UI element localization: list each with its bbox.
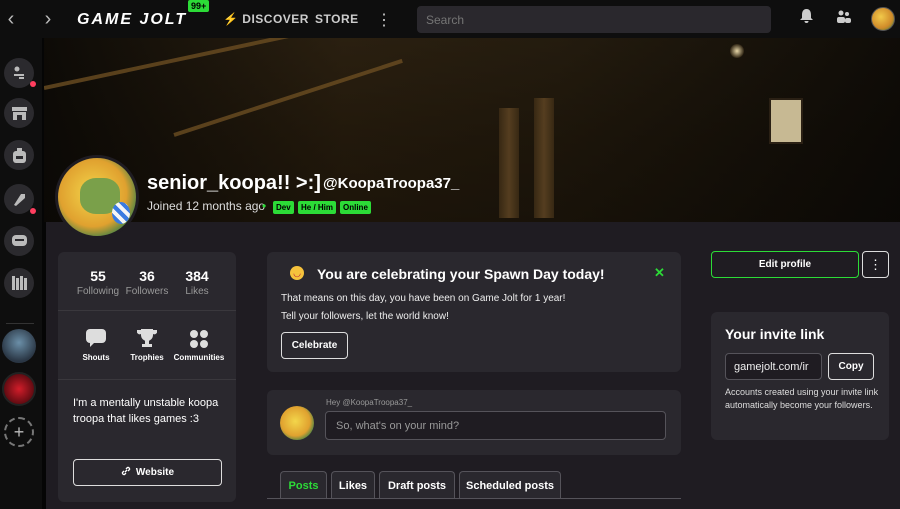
website-button[interactable]: Website — [73, 459, 222, 486]
sidebar-divider — [6, 323, 34, 324]
trophies-label[interactable]: Trophies — [117, 353, 177, 362]
close-icon[interactable]: ✕ — [654, 265, 665, 281]
banner-door — [534, 98, 554, 218]
card-divider — [58, 379, 236, 380]
banner-poster — [769, 98, 803, 144]
post-composer-input[interactable]: So, what's on your mind? — [325, 411, 666, 440]
discover-link[interactable]: ⚡ DISCOVER — [223, 12, 309, 26]
store-link[interactable]: STORE — [315, 12, 359, 26]
more-menu-icon[interactable]: ⋮ — [376, 10, 392, 30]
likes-label: Likes — [185, 286, 209, 297]
composer-avatar — [280, 406, 314, 440]
celebrate-button[interactable]: Celebrate — [281, 332, 348, 359]
spawn-day-title: You are celebrating your Spawn Day today… — [317, 266, 605, 282]
avatar-shell — [112, 202, 130, 224]
add-community-icon[interactable]: + — [4, 417, 34, 447]
forward-arrow-icon[interactable]: › — [37, 0, 59, 38]
banner-door — [499, 108, 519, 218]
top-bar: ‹ › GAME JOLT 99+ ⚡ DISCOVER STORE ⋮ — [0, 0, 900, 38]
display-name: senior_koopa!! >:] — [147, 172, 321, 194]
tab-posts[interactable]: Posts — [280, 471, 327, 499]
discover-icon: ⚡ — [223, 12, 239, 26]
dev-tag: Dev — [273, 201, 294, 214]
community-avatar-2[interactable] — [2, 372, 36, 406]
pronoun-tag: He / Him — [298, 201, 337, 214]
library-icon[interactable] — [4, 268, 34, 298]
banner-beam — [44, 38, 368, 90]
chat-icon[interactable] — [4, 226, 34, 256]
more-options-icon[interactable]: ⋮ — [862, 251, 889, 278]
user-avatar[interactable] — [871, 7, 895, 31]
trophy-icon[interactable] — [117, 329, 177, 352]
notification-count-badge: 99+ — [188, 0, 210, 12]
bell-icon[interactable] — [800, 9, 813, 27]
joined-date: Joined 12 months ago — [147, 199, 266, 213]
invite-link-title: Your invite link — [725, 326, 825, 342]
backpack-icon[interactable] — [4, 140, 34, 170]
invite-link-field[interactable]: gamejolt.com/ir — [725, 353, 822, 380]
community-avatar-1[interactable] — [2, 329, 36, 363]
banner-beam — [173, 58, 403, 137]
back-arrow-icon[interactable]: ‹ — [0, 0, 22, 38]
party-face-icon: ◡ — [290, 266, 304, 280]
composer-greeting: Hey @KoopaTroopa37_ — [326, 398, 413, 407]
profile-avatar[interactable] — [55, 155, 139, 239]
friends-icon[interactable] — [836, 9, 851, 27]
website-label: Website — [135, 467, 175, 478]
invite-link-description: Accounts created using your invite link … — [725, 387, 879, 410]
likes-count[interactable]: 384 — [167, 268, 227, 284]
store-icon[interactable] — [4, 98, 34, 128]
edit-profile-button[interactable]: Edit profile — [711, 251, 859, 278]
communities-label[interactable]: Communities — [169, 353, 229, 362]
discover-label: DISCOVER — [242, 12, 309, 26]
card-divider — [58, 310, 236, 311]
communities-icon[interactable] — [169, 329, 229, 354]
tab-likes[interactable]: Likes — [331, 471, 375, 499]
tab-underline — [267, 498, 681, 499]
spawn-day-line-1: That means on this day, you have been on… — [281, 293, 566, 304]
bio-text: I'm a mentally unstable koopa troopa tha… — [73, 397, 219, 425]
activity-notification-dot — [30, 81, 36, 87]
username: @KoopaTroopa37_ — [323, 175, 460, 192]
separator-dot: • — [262, 199, 267, 213]
search-input[interactable] — [417, 6, 771, 33]
banner-lamp — [730, 44, 744, 58]
tab-scheduled-posts[interactable]: Scheduled posts — [459, 471, 561, 499]
tab-draft-posts[interactable]: Draft posts — [379, 471, 455, 499]
sidebar: + — [0, 38, 42, 509]
online-tag: Online — [340, 201, 371, 214]
spawn-day-line-2: Tell your followers, let the world know! — [281, 311, 449, 322]
copy-button[interactable]: Copy — [828, 353, 874, 380]
quests-notification-dot — [30, 208, 36, 214]
gamejolt-logo[interactable]: GAME JOLT — [77, 11, 187, 29]
link-icon — [121, 466, 131, 479]
